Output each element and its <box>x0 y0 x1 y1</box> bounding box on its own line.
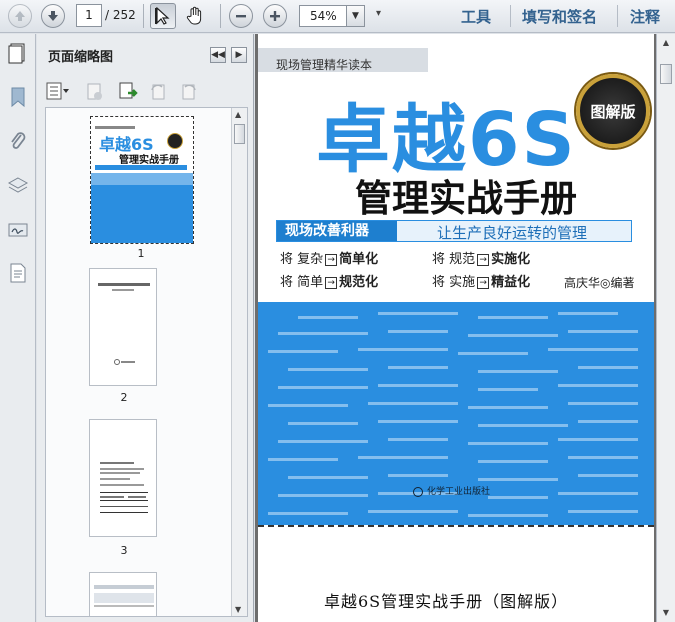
feature-row-1-right: 将 规范 → 实施化 <box>432 252 531 267</box>
publisher-logo-icon <box>413 486 423 497</box>
arrow-down-icon <box>48 11 58 21</box>
bookmark-icon[interactable] <box>7 86 29 108</box>
thumbnail-page-3[interactable] <box>89 419 157 537</box>
panel-options-button[interactable]: ▶ <box>231 47 247 63</box>
scrollbar-thumb[interactable] <box>234 124 245 144</box>
scroll-up-icon[interactable]: ▲ <box>235 110 241 119</box>
tagline-banner: 现场改善利器 让生产良好运转的管理 <box>276 220 632 242</box>
thumbnail-page-label: 3 <box>120 544 128 557</box>
badge-label: 图解版 <box>590 102 636 121</box>
toolbar-options-icon[interactable]: ▾ <box>376 8 381 19</box>
toolbar-separator <box>617 5 618 27</box>
thumbnail-list[interactable]: 卓越6S 管理实战手册 1 2 3 ▲ ▼ <box>45 107 248 617</box>
thumbnail-scrollbar[interactable]: ▲ ▼ <box>231 108 247 616</box>
arrow-icon: → <box>325 253 338 266</box>
signature-icon[interactable] <box>7 218 29 240</box>
arrow-icon: → <box>477 253 490 266</box>
author-credit: 高庆华◎编著 <box>564 276 635 290</box>
arrow-up-icon <box>15 11 25 21</box>
pdf-page: 现场管理精华读本 卓越6S 图解版 管理实战手册 现场改善利器 让生产良好运转的… <box>258 34 654 622</box>
banner-left-text: 现场改善利器 <box>277 221 397 241</box>
navigation-rail <box>0 34 36 622</box>
toolbar-separator <box>220 4 221 28</box>
banner-right-text: 让生产良好运转的管理 <box>437 224 588 242</box>
comment-link[interactable]: 注释 <box>630 6 660 27</box>
edition-badge: 图解版 <box>576 74 650 148</box>
arrow-icon: → <box>477 276 490 289</box>
page-footer-title: 卓越6S管理实战手册（图解版） <box>324 592 569 611</box>
toolbar-separator <box>510 5 511 27</box>
zoom-level-select[interactable]: 54% ▼ <box>299 5 365 27</box>
thumbnail-options-icon[interactable] <box>46 82 70 100</box>
chevron-down-icon[interactable]: ▼ <box>346 6 364 26</box>
tools-link[interactable]: 工具 <box>461 6 491 27</box>
document-icon[interactable] <box>7 262 29 284</box>
cover-top: 现场管理精华读本 卓越6S 图解版 管理实战手册 现场改善利器 让生产良好运转的… <box>258 34 654 300</box>
toolbar-separator <box>143 4 144 28</box>
next-page-button[interactable] <box>41 4 65 28</box>
feature-row-2-left: 将 简单 → 规范化 <box>280 275 379 290</box>
fill-sign-link[interactable]: 填写和签名 <box>522 6 597 27</box>
cursor-icon <box>155 7 170 25</box>
hand-tool-button[interactable] <box>182 3 208 29</box>
scroll-down-icon[interactable]: ▼ <box>659 606 673 620</box>
previous-page-button[interactable] <box>8 4 32 28</box>
book-subtitle: 管理实战手册 <box>355 177 577 220</box>
thumbnail-page-label: 2 <box>120 391 128 404</box>
select-tool-button[interactable] <box>150 3 176 29</box>
thumbnail-panel: 页面缩略图 ◀◀ ▶ 卓越6S 管理实战手册 1 2 3 ▲ ▼ <box>37 34 254 622</box>
thumbnail-toolbar <box>37 78 254 104</box>
page-break-line <box>258 525 654 527</box>
rotate-counterclockwise-icon[interactable] <box>149 82 169 102</box>
feature-row-2-right: 将 实施 → 精益化 <box>432 275 531 290</box>
hand-icon <box>186 6 202 25</box>
thumbnail-panel-header: 页面缩略图 ◀◀ ▶ <box>37 34 254 74</box>
page-total-label: / 252 <box>105 8 136 22</box>
attachment-icon[interactable] <box>7 130 29 152</box>
minus-icon <box>236 15 246 18</box>
series-title: 现场管理精华读本 <box>276 58 373 72</box>
feature-row-1-left: 将 复杂 → 简单化 <box>280 252 379 267</box>
toolbar: 1 / 252 54% ▼ ▾ 工具 填写和签名 注释 <box>0 0 675 33</box>
rotate-clockwise-icon[interactable] <box>179 82 199 102</box>
zoom-in-button[interactable] <box>263 4 287 28</box>
document-view[interactable]: 现场管理精华读本 卓越6S 图解版 管理实战手册 现场改善利器 让生产良好运转的… <box>255 34 656 622</box>
plus-icon <box>270 11 280 21</box>
zoom-level-value: 54% <box>310 9 337 23</box>
arrow-icon: → <box>325 276 338 289</box>
panel-title: 页面缩略图 <box>48 50 114 65</box>
layers-icon[interactable] <box>7 174 29 196</box>
scroll-down-icon[interactable]: ▼ <box>235 605 241 614</box>
scroll-up-icon[interactable]: ▲ <box>659 36 673 50</box>
thumbnail-page-label: 1 <box>137 247 145 260</box>
document-scrollbar[interactable]: ▲ ▼ <box>656 34 675 622</box>
thumbnail-page-2[interactable] <box>89 268 157 386</box>
publisher-name: 化学工业出版社 <box>413 484 490 497</box>
thumbnail-page-4[interactable] <box>89 572 157 616</box>
page-thumbnails-icon[interactable] <box>7 42 29 64</box>
delete-page-icon[interactable] <box>85 82 105 102</box>
thumbnail-page-1[interactable]: 卓越6S 管理实战手册 <box>90 116 194 244</box>
insert-page-icon[interactable] <box>117 81 139 103</box>
scrollbar-thumb[interactable] <box>660 64 672 84</box>
zoom-out-button[interactable] <box>229 4 253 28</box>
page-number-input[interactable]: 1 <box>76 4 102 27</box>
collapse-panel-button[interactable]: ◀◀ <box>210 47 226 63</box>
